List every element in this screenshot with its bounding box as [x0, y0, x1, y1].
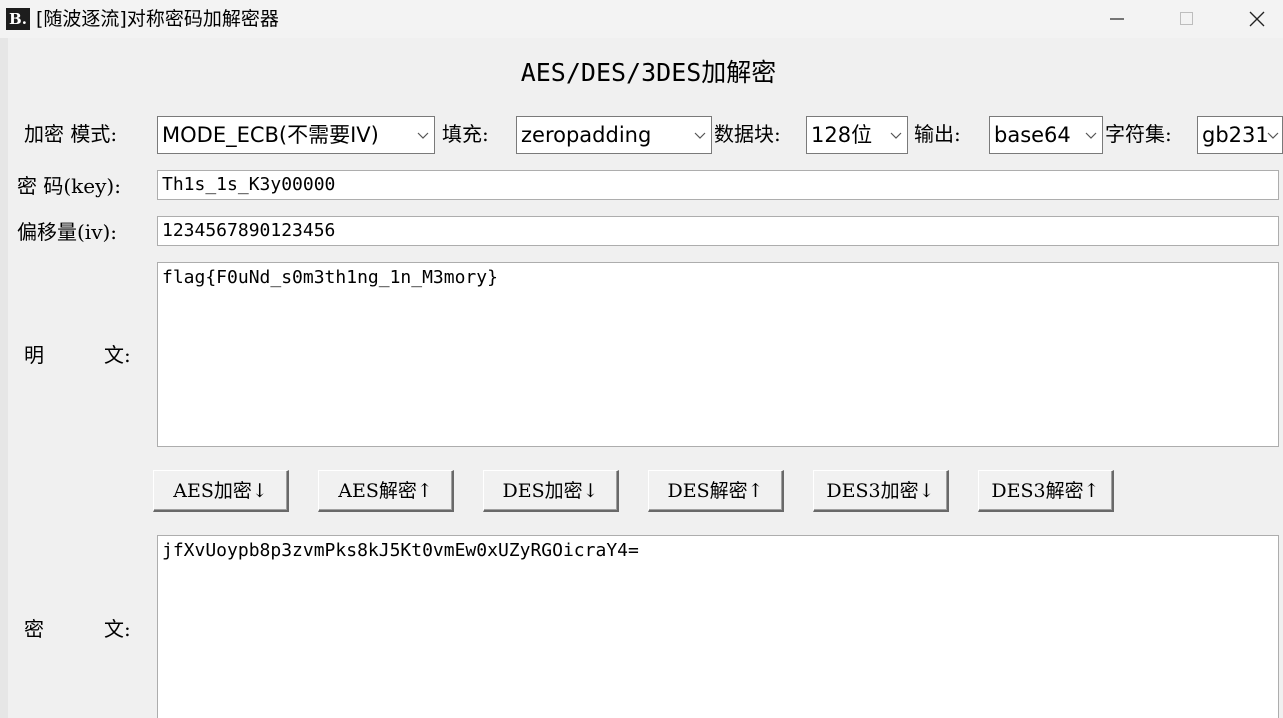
maximize-button[interactable] — [1152, 0, 1222, 38]
block-select[interactable]: 128位 — [806, 116, 908, 154]
app-logo-icon: B. — [6, 8, 30, 30]
key-input[interactable]: Th1s_1s_K3y00000 — [157, 170, 1279, 200]
des3-decrypt-label: DES3解密↑ — [991, 480, 1100, 502]
window-title: [随波逐流]对称密码加解密器 — [36, 8, 279, 30]
des-encrypt-label: DES加密↓ — [502, 480, 599, 502]
close-button[interactable] — [1222, 0, 1283, 38]
block-label: 数据块: — [714, 122, 781, 146]
mode-label: 加密 模式: — [24, 122, 118, 146]
chevron-down-icon — [1085, 132, 1097, 139]
des3-decrypt-button[interactable]: DES3解密↑ — [978, 470, 1114, 512]
charset-select-value: gb231 — [1202, 123, 1269, 147]
title-bar: B. [随波逐流]对称密码加解密器 — [0, 0, 1283, 38]
iv-input[interactable]: 1234567890123456 — [157, 216, 1279, 246]
aes-decrypt-label: AES解密↑ — [338, 480, 433, 502]
plaintext-textarea[interactable]: flag{F0uNd_s0m3th1ng_1n_M3mory} — [157, 262, 1279, 447]
mode-select[interactable]: MODE_ECB(不需要IV) — [157, 116, 435, 154]
plaintext-label-suffix: 文: — [104, 343, 131, 367]
window-edge — [0, 38, 8, 718]
aes-encrypt-button[interactable]: AES加密↓ — [153, 470, 289, 512]
chevron-down-icon — [694, 132, 706, 139]
padding-select[interactable]: zeropadding — [516, 116, 712, 154]
iv-label: 偏移量(iv): — [17, 220, 118, 244]
key-label: 密 码(key): — [17, 174, 121, 198]
output-select-value: base64 — [994, 123, 1071, 147]
chevron-down-icon — [1267, 132, 1279, 139]
minimize-icon — [1110, 18, 1124, 20]
ciphertext-textarea[interactable]: jfXvUoypb8p3zvmPks8kJ5Kt0vmEw0xUZyRGOicr… — [157, 535, 1279, 718]
close-icon — [1249, 11, 1265, 27]
charset-select[interactable]: gb231 — [1197, 116, 1283, 154]
ciphertext-label-suffix: 文: — [104, 617, 131, 641]
padding-select-value: zeropadding — [521, 123, 652, 147]
aes-decrypt-button[interactable]: AES解密↑ — [318, 470, 454, 512]
aes-encrypt-label: AES加密↓ — [173, 480, 268, 502]
des-encrypt-button[interactable]: DES加密↓ — [483, 470, 619, 512]
iv-input-value: 1234567890123456 — [162, 220, 336, 241]
output-select[interactable]: base64 — [989, 116, 1103, 154]
output-label: 输出: — [914, 122, 961, 146]
des-decrypt-button[interactable]: DES解密↑ — [648, 470, 784, 512]
des3-encrypt-label: DES3加密↓ — [826, 480, 935, 502]
padding-label: 填充: — [442, 122, 489, 146]
key-input-value: Th1s_1s_K3y00000 — [162, 174, 336, 195]
chevron-down-icon — [890, 132, 902, 139]
plaintext-value: flag{F0uNd_s0m3th1ng_1n_M3mory} — [162, 267, 498, 288]
minimize-button[interactable] — [1082, 0, 1152, 38]
block-select-value: 128位 — [811, 123, 873, 147]
plaintext-label-char: 明 — [24, 343, 44, 367]
mode-select-value: MODE_ECB(不需要IV) — [162, 123, 379, 147]
ciphertext-value: jfXvUoypb8p3zvmPks8kJ5Kt0vmEw0xUZyRGOicr… — [162, 540, 639, 561]
ciphertext-label-char: 密 — [24, 617, 44, 641]
maximize-icon — [1180, 12, 1193, 25]
des3-encrypt-button[interactable]: DES3加密↓ — [813, 470, 949, 512]
charset-label: 字符集: — [1105, 122, 1172, 146]
page-title: AES/DES/3DES加解密 — [520, 58, 777, 87]
des-decrypt-label: DES解密↑ — [667, 480, 764, 502]
chevron-down-icon — [417, 132, 429, 139]
